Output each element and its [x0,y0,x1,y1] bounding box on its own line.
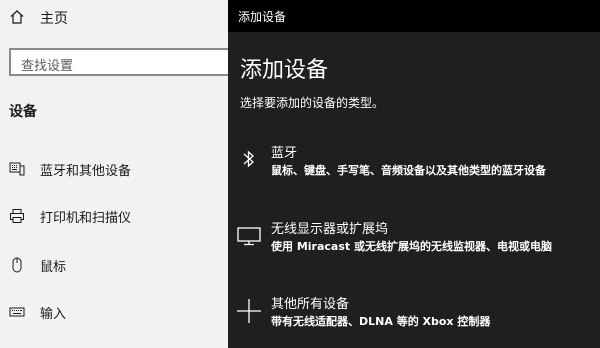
option-description: 带有无线适配器、DLNA 等的 Xbox 控制器 [271,315,491,328]
option-name: 蓝牙 [271,146,298,161]
monitor-icon [236,222,262,248]
plus-icon [236,297,262,323]
sidebar-item-mouse[interactable]: 鼠标 [0,245,228,285]
keyboard-phone-icon [9,161,25,177]
home-nav-item[interactable]: 主页 [0,0,228,36]
option-name: 无线显示器或扩展坞 [271,222,389,237]
sidebar-item-label: 打印机和扫描仪 [40,211,132,226]
printer-icon [9,208,25,224]
dialog-titlebar[interactable]: 添加设备 [228,0,600,32]
sidebar-item-label: 输入 [40,307,67,322]
home-label: 主页 [40,11,68,27]
section-title-devices: 设备 [9,104,37,120]
option-description: 鼠标、键盘、手写笔、音频设备以及其他类型的蓝牙设备 [271,164,546,177]
search-settings-input[interactable]: 查找设置 [9,48,242,76]
add-device-dialog: 添加设备 添加设备 选择要添加的设备的类型。 蓝牙 鼠标、键盘、手写笔、音频设备… [228,0,600,348]
keyboard-icon [9,304,25,320]
option-everything-else[interactable]: 其他所有设备 带有无线适配器、DLNA 等的 Xbox 控制器 [228,291,600,341]
sidebar-item-label: 蓝牙和其他设备 [40,164,132,179]
search-placeholder: 查找设置 [21,59,74,74]
sidebar-item-bluetooth-devices[interactable]: 蓝牙和其他设备 [0,149,228,189]
sidebar-item-input[interactable]: 输入 [0,292,228,332]
mouse-icon [9,257,25,273]
dialog-heading: 添加设备 [240,58,329,83]
settings-sidebar: 主页 查找设置 设备 蓝牙和其他设备 打印机和扫描仪 鼠标 输入 [0,0,242,348]
screen: 主页 查找设置 设备 蓝牙和其他设备 打印机和扫描仪 鼠标 输入 添加设备 添加… [0,0,600,348]
dialog-window-title: 添加设备 [238,10,287,24]
dialog-subtitle: 选择要添加的设备的类型。 [240,96,385,110]
option-bluetooth[interactable]: 蓝牙 鼠标、键盘、手写笔、音频设备以及其他类型的蓝牙设备 [228,140,600,190]
sidebar-item-printers-scanners[interactable]: 打印机和扫描仪 [0,196,228,236]
option-description: 使用 Miracast 或无线扩展坞的无线监视器、电视或电脑 [271,240,552,253]
home-icon [9,9,25,25]
sidebar-item-label: 鼠标 [40,260,67,275]
bluetooth-icon [236,146,262,172]
option-name: 其他所有设备 [271,297,350,312]
option-wireless-display[interactable]: 无线显示器或扩展坞 使用 Miracast 或无线扩展坞的无线监视器、电视或电脑 [228,216,600,266]
